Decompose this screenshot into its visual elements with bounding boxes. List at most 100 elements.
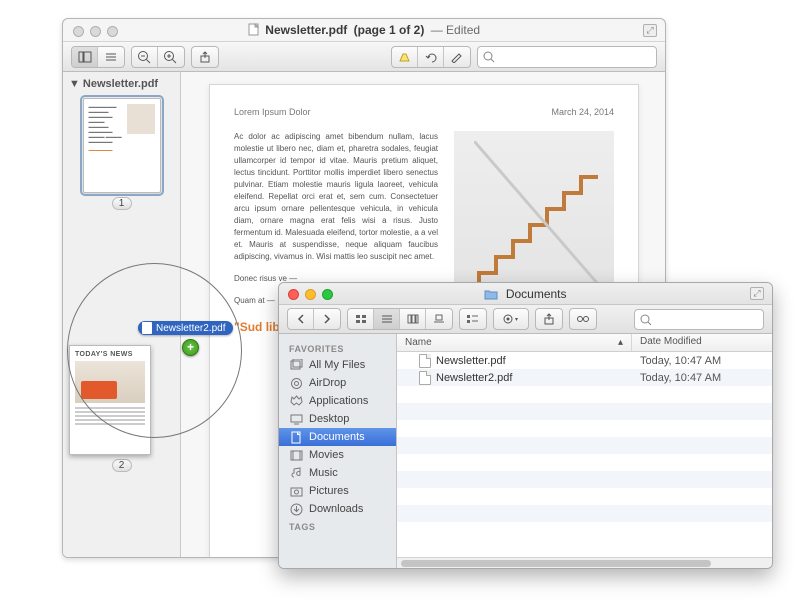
zoom-in-icon <box>163 50 179 64</box>
drag-proxy-label: Newsletter2.pdf <box>156 323 225 334</box>
preview-search-input[interactable] <box>477 46 657 68</box>
sidebar-item-applications[interactable]: Applications <box>279 392 396 410</box>
view-mode-segment <box>71 46 125 68</box>
zoom-button[interactable] <box>322 289 333 300</box>
finder-file-list: Name▴ Date Modified Newsletter.pdf Today… <box>397 334 772 568</box>
finder-search-input[interactable] <box>634 309 764 330</box>
view-list-button[interactable] <box>98 47 124 67</box>
rotate-icon <box>424 51 438 63</box>
file-rows-area[interactable]: Newsletter.pdf Today, 10:47 AM Newslette… <box>397 352 772 557</box>
document-icon <box>419 354 431 368</box>
finder-window-controls <box>288 289 333 300</box>
all-my-files-icon <box>289 358 303 372</box>
drag-proxy-badge: Newsletter2.pdf <box>138 321 233 335</box>
action-button[interactable] <box>494 309 528 329</box>
file-row[interactable]: Newsletter.pdf Today, 10:47 AM <box>397 352 772 369</box>
finder-toolbar <box>279 305 772 334</box>
finder-title: Documents <box>506 287 567 301</box>
view-thumbnails-button[interactable] <box>72 47 98 67</box>
page-thumbnail-2[interactable]: TODAY'S NEWS <box>69 345 151 455</box>
back-button[interactable] <box>288 309 314 329</box>
minimize-light[interactable] <box>90 26 101 37</box>
name-column-header[interactable]: Name▴ <box>397 334 632 351</box>
file-row[interactable]: Newsletter2.pdf Today, 10:47 AM <box>397 369 772 386</box>
share-icon <box>198 50 212 64</box>
zoom-in-button[interactable] <box>158 47 184 67</box>
column-view-button[interactable] <box>400 309 426 329</box>
sidebar-title: Newsletter.pdf <box>83 78 158 90</box>
pictures-icon <box>289 484 303 498</box>
zoom-out-icon <box>137 50 153 64</box>
page-1-badge: 1 <box>112 197 132 210</box>
pencil-icon <box>450 51 464 63</box>
forward-button[interactable] <box>314 309 340 329</box>
page-thumbnail-1[interactable]: ▬▬▬▬▬▬▬ ▬▬▬▬▬ ▬▬▬▬▬▬ ▬▬▬▬ ▬▬▬▬▬ ▬▬▬▬▬▬ ▬… <box>83 98 161 193</box>
sidebar-item-downloads[interactable]: Downloads <box>279 500 396 518</box>
search-icon <box>482 50 496 64</box>
movies-icon <box>289 448 303 462</box>
tag-icon <box>576 313 590 325</box>
zoom-out-button[interactable] <box>132 47 158 67</box>
rotate-button[interactable] <box>418 47 444 67</box>
highlighter-icon <box>398 51 412 63</box>
finder-share-button[interactable] <box>535 308 563 330</box>
icon-view-button[interactable] <box>348 309 374 329</box>
coverflow-view-button[interactable] <box>426 309 452 329</box>
sidebar-item-all-my-files[interactable]: All My Files <box>279 356 396 374</box>
desktop-icon <box>289 412 303 426</box>
finder-sidebar: FAVORITES All My Files AirDrop Applicati… <box>279 334 397 568</box>
sidebar-item-music[interactable]: Music <box>279 464 396 482</box>
horizontal-scrollbar[interactable] <box>397 557 772 568</box>
share-button[interactable] <box>191 46 219 68</box>
applications-icon <box>289 394 303 408</box>
title-doc: Newsletter.pdf <box>265 23 347 37</box>
folder-icon <box>484 289 498 300</box>
sidebar-item-airdrop[interactable]: AirDrop <box>279 374 396 392</box>
zoom-light[interactable] <box>107 26 118 37</box>
airdrop-icon <box>289 376 303 390</box>
gear-icon <box>502 313 520 325</box>
hero-image <box>454 131 614 291</box>
body-para-1: Ac dolor ac adipiscing amet bibendum nul… <box>234 131 438 263</box>
action-segment <box>493 308 529 330</box>
preview-toolbar <box>63 41 665 72</box>
favorites-label: FAVORITES <box>279 340 396 356</box>
date-column-header[interactable]: Date Modified <box>632 334 772 351</box>
sidebar-item-documents[interactable]: Documents <box>279 428 396 446</box>
titlebar: Newsletter.pdf (page 1 of 2) — Edited <box>63 19 665 41</box>
document-icon <box>419 371 431 385</box>
downloads-icon <box>289 502 303 516</box>
copy-plus-badge: + <box>182 339 199 356</box>
page-2-badge: 2 <box>112 459 132 472</box>
search-icon <box>639 313 653 327</box>
tags-label: TAGS <box>279 518 396 534</box>
list-view-button[interactable] <box>374 309 400 329</box>
finder-fullscreen-button[interactable]: ⤢ <box>750 287 764 300</box>
music-icon <box>289 466 303 480</box>
sidebar-item-pictures[interactable]: Pictures <box>279 482 396 500</box>
arrange-icon <box>466 314 480 324</box>
close-light[interactable] <box>73 26 84 37</box>
finder-titlebar: Documents <box>279 283 772 305</box>
document-icon <box>248 23 259 36</box>
triangle-down-icon: ▼ <box>69 78 80 90</box>
markup-segment <box>391 46 471 68</box>
chevron-right-icon <box>322 314 332 324</box>
view-segment <box>347 308 453 330</box>
thumbnail-sidebar: ▼ Newsletter.pdf ▬▬▬▬▬▬▬ ▬▬▬▬▬ ▬▬▬▬▬▬ ▬▬… <box>63 72 181 557</box>
thumb2-headline: TODAY'S NEWS <box>75 351 145 358</box>
sidebar-item-desktop[interactable]: Desktop <box>279 410 396 428</box>
sidebar-item-movies[interactable]: Movies <box>279 446 396 464</box>
sort-asc-icon: ▴ <box>618 337 623 348</box>
title-pages: (page 1 of 2) <box>354 23 425 37</box>
close-button[interactable] <box>288 289 299 300</box>
arrange-button[interactable] <box>460 309 486 329</box>
sidebar-disclosure[interactable]: ▼ Newsletter.pdf <box>69 78 174 90</box>
fullscreen-button[interactable]: ⤢ <box>643 24 657 37</box>
tags-button[interactable] <box>569 308 597 330</box>
annotate-button[interactable] <box>444 47 470 67</box>
highlight-button[interactable] <box>392 47 418 67</box>
zoom-segment <box>131 46 185 68</box>
documents-icon <box>289 430 303 444</box>
minimize-button[interactable] <box>305 289 316 300</box>
